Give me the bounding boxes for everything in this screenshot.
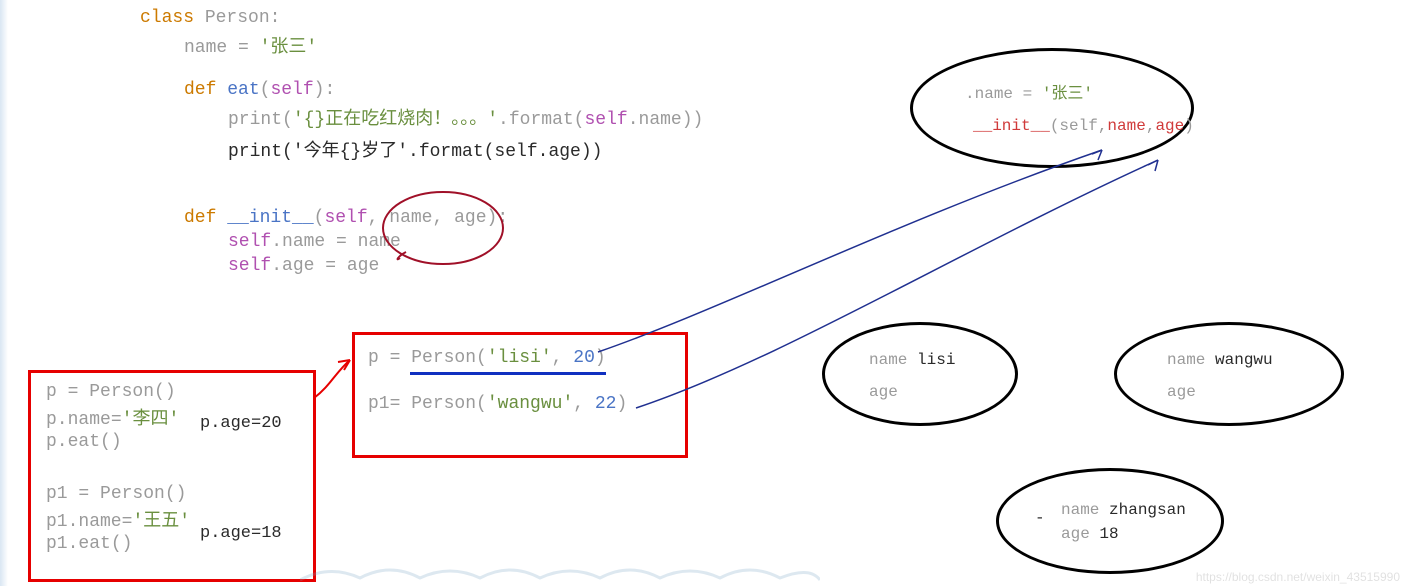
left-scroll-edge <box>0 0 8 586</box>
redbox-old-content: p = Person() p.name='李四' p.eat() p1 = Pe… <box>46 382 190 554</box>
bubble-instance-lisi: name lisi age <box>822 322 1018 426</box>
redbox-new-content: p = Person('lisi', 20) p1= Person('wangw… <box>368 348 627 414</box>
bubble-instance-zhangsan: - name zhangsan age 18 <box>996 468 1224 574</box>
fn-init: __init__ <box>227 208 313 228</box>
param-age: age <box>454 208 486 228</box>
kw-def: def <box>184 80 227 100</box>
underline-p-call <box>410 372 606 375</box>
kw-class: class <box>140 8 205 28</box>
fn-eat: eat <box>227 80 259 100</box>
decoration-cloud <box>300 560 820 586</box>
default-name: '张三' <box>260 38 318 58</box>
note-age-18: p.age=18 <box>200 524 282 543</box>
note-age-20: p.age=20 <box>200 414 282 433</box>
code-block: class Person: name = '张三' def eat(self):… <box>140 8 703 276</box>
bubble-instance-wangwu: name wangwu age <box>1114 322 1344 426</box>
cls-person: Person <box>205 8 270 28</box>
bubble-class-template: .name = '张三' __init__(self,name,age) <box>910 48 1194 168</box>
code-line-print-age: print('今年{}岁了'.format(self.age)) <box>228 136 703 162</box>
watermark: https://blog.csdn.net/weixin_43515990 <box>1196 570 1400 584</box>
param-name: name <box>389 208 432 228</box>
